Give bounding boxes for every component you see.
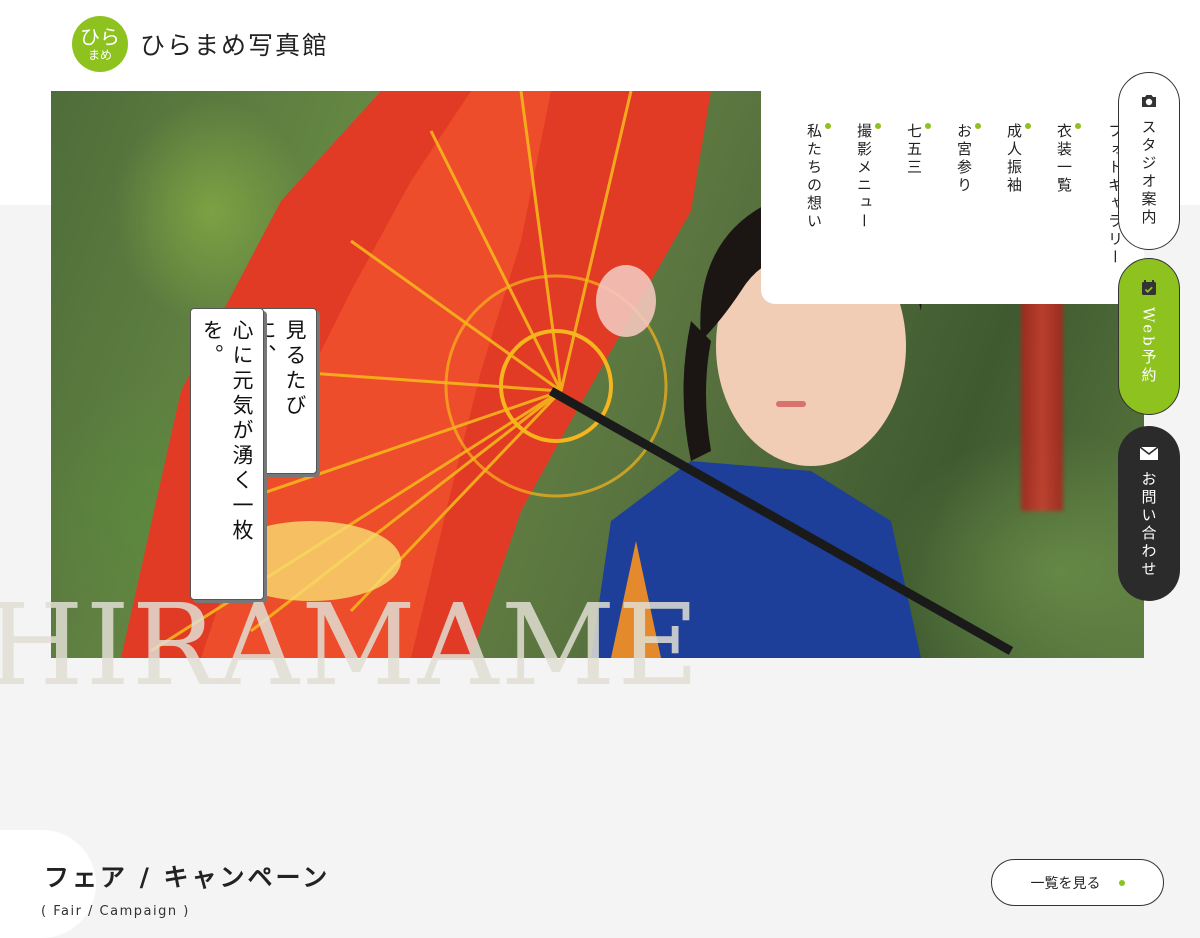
nav-bullet [925,123,931,129]
nav-label: お宮参り [955,123,973,195]
nav-furisode[interactable]: 成人振袖 [1004,123,1031,195]
nav-shichigosan[interactable]: 七五三 [904,123,931,177]
nav-bullet [1075,123,1081,129]
web-reservation-label: Web予約 [1139,307,1158,385]
logo-mark-line1: ひら [80,25,120,49]
hero-tagline-2: 心に元気が湧く一枚を。 [190,308,264,600]
nav-label: 衣装一覧 [1055,123,1073,195]
web-reservation-button[interactable]: Web予約 [1118,258,1180,415]
nav-bullet [1025,123,1031,129]
section-title: フェア / キャンペーン [44,863,331,892]
view-all-button[interactable]: 一覧を見る [991,859,1164,906]
nav-label: 七五三 [905,123,923,177]
logo-mark: ひら まめ [72,16,128,72]
nav-shooting-menu[interactable]: 撮影メニュー [854,123,881,231]
nav-our-thoughts[interactable]: 私たちの想い [804,123,831,231]
nav-costumes[interactable]: 衣装一覧 [1054,123,1081,195]
nav-label: 撮影メニュー [855,123,873,231]
studio-guide-button[interactable]: スタジオ案内 [1118,72,1180,250]
logo-mark-line2: まめ [87,48,112,62]
hero-image: 見るたびに、 心に元気が湧く一枚を。 フォトギャラリー 衣装一覧 成人振袖 お宮… [51,91,1144,658]
nav-label: 私たちの想い [805,123,823,231]
nav-bullet [875,123,881,129]
nav-label: 成人振袖 [1005,123,1023,195]
nav-bullet [975,123,981,129]
global-nav: フォトギャラリー 衣装一覧 成人振袖 お宮参り 七五三 撮影メニュー 私たちの想… [761,91,1144,304]
green-dot-icon [1118,879,1125,886]
nav-bullet [825,123,831,129]
section-subtitle: ( Fair / Campaign ) [41,904,190,919]
studio-guide-label: スタジオ案内 [1139,119,1158,227]
contact-button[interactable]: お問い合わせ [1118,426,1180,601]
hero-watermark: HIRAMAME [0,581,702,711]
contact-label: お問い合わせ [1139,471,1158,579]
view-all-label: 一覧を見る [1030,875,1101,892]
nav-omiyamairi[interactable]: お宮参り [954,123,981,195]
camera-icon [1142,95,1156,107]
site-name: ひらまめ写真館 [140,31,330,60]
calendar-icon [1142,280,1156,295]
mail-icon [1139,446,1159,460]
site-logo[interactable]: ひら まめ ひらまめ写真館 [72,16,329,72]
